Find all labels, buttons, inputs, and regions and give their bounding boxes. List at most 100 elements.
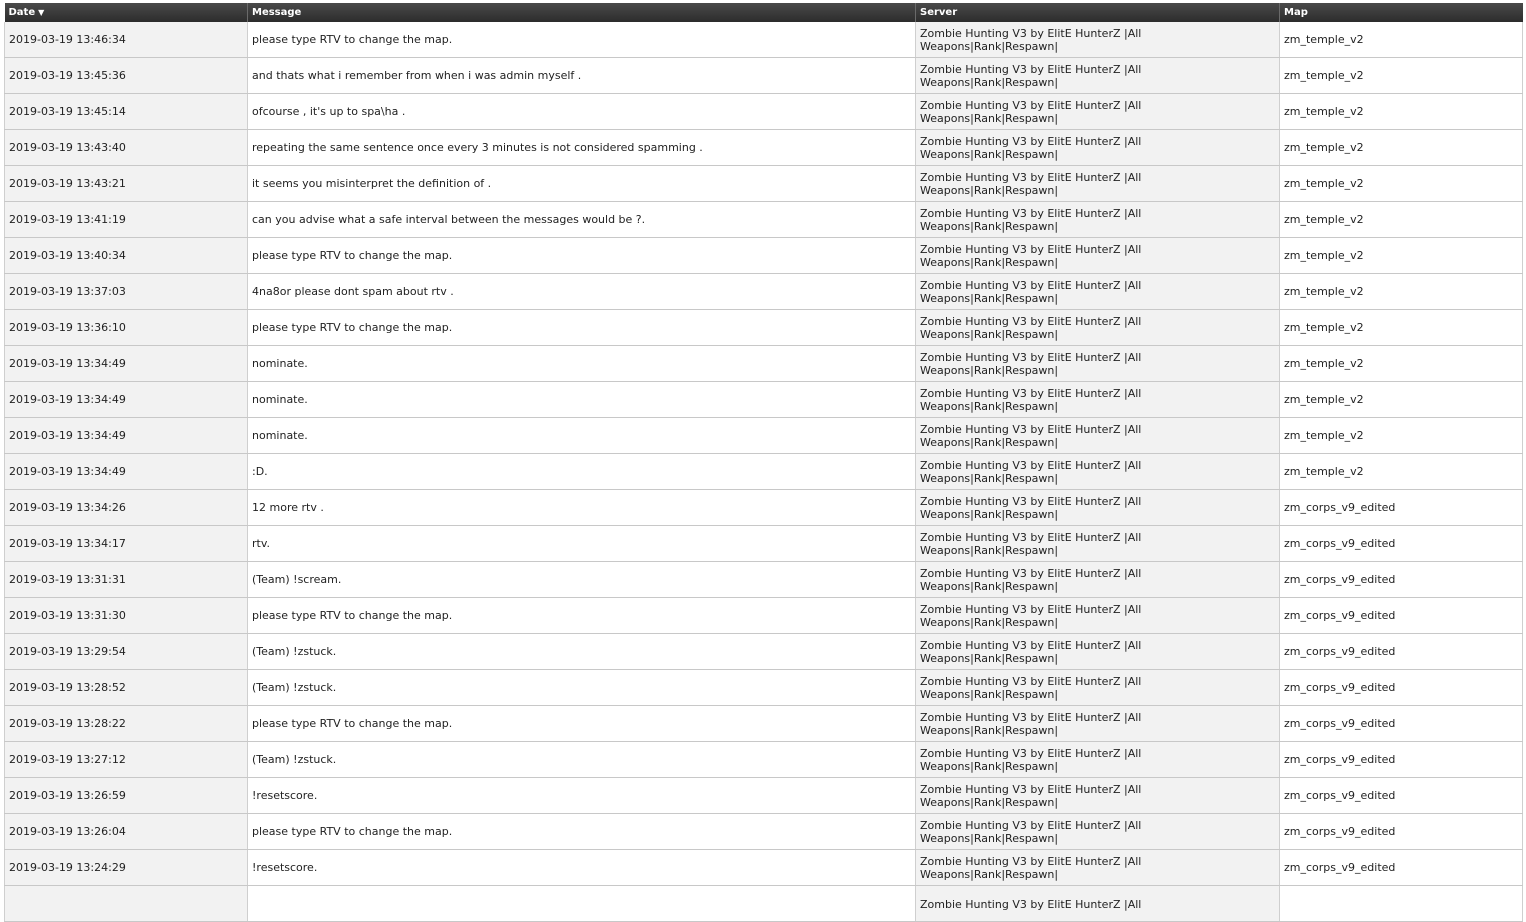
map-cell: zm_temple_v2	[1279, 273, 1523, 310]
map-cell: zm_corps_v9_edited	[1279, 741, 1523, 778]
map-cell: zm_temple_v2	[1279, 57, 1523, 94]
server-cell: Zombie Hunting V3 by ElitE HunterZ |All …	[915, 381, 1280, 418]
date-cell: 2019-03-19 13:34:49	[4, 417, 248, 454]
column-header-label: Server	[920, 7, 958, 18]
map-cell	[1279, 885, 1523, 922]
message-cell: can you advise what a safe interval betw…	[247, 201, 916, 238]
server-cell: Zombie Hunting V3 by ElitE HunterZ |All …	[915, 345, 1280, 382]
table-row: 2019-03-19 13:31:30 please type RTV to ch…	[4, 597, 1523, 634]
message-cell: please type RTV to change the map.	[247, 597, 916, 634]
table-body: 2019-03-19 13:46:34 please type RTV to ch…	[4, 22, 1523, 922]
date-cell: 2019-03-19 13:36:10	[4, 309, 248, 346]
message-cell: repeating the same sentence once every 3…	[247, 129, 916, 166]
message-cell	[247, 885, 916, 922]
message-cell: and thats what i remember from when i wa…	[247, 57, 916, 94]
table-row: 2019-03-19 13:34:49 nominate. Zombie Hunti…	[4, 417, 1523, 454]
column-header-message[interactable]: Message	[247, 3, 916, 22]
table-row: 2019-03-19 13:27:12 (Team) !zstuck. Zombie…	[4, 741, 1523, 778]
message-cell: (Team) !zstuck.	[247, 633, 916, 670]
message-cell: ofcourse , it's up to spa\ha .	[247, 93, 916, 130]
server-cell: Zombie Hunting V3 by ElitE HunterZ |All …	[915, 741, 1280, 778]
table-row: 2019-03-19 13:28:52 (Team) !zstuck. Zombie…	[4, 669, 1523, 706]
table-row: 2019-03-19 13:24:29 !resetscore. Zombie Hu…	[4, 849, 1523, 886]
column-header-server[interactable]: Server	[915, 3, 1280, 22]
table-row: 2019-03-19 13:34:49 nominate. Zombie Hunti…	[4, 345, 1523, 382]
table-row: 2019-03-19 13:43:21 it seems you misinter…	[4, 165, 1523, 202]
server-cell: Zombie Hunting V3 by ElitE HunterZ |All …	[915, 165, 1280, 202]
date-cell: 2019-03-19 13:46:34	[4, 22, 248, 58]
date-cell: 2019-03-19 13:43:21	[4, 165, 248, 202]
server-cell: Zombie Hunting V3 by ElitE HunterZ |All …	[915, 777, 1280, 814]
date-cell: 2019-03-19 13:28:52	[4, 669, 248, 706]
message-cell: nominate.	[247, 345, 916, 382]
date-cell: 2019-03-19 13:27:12	[4, 741, 248, 778]
column-header-label: Date	[8, 7, 36, 18]
map-cell: zm_temple_v2	[1279, 93, 1523, 130]
server-cell: Zombie Hunting V3 by ElitE HunterZ |All …	[915, 633, 1280, 670]
date-cell: 2019-03-19 13:41:19	[4, 201, 248, 238]
server-cell: Zombie Hunting V3 by ElitE HunterZ |All …	[915, 525, 1280, 562]
map-cell: zm_corps_v9_edited	[1279, 705, 1523, 742]
server-cell: Zombie Hunting V3 by ElitE HunterZ |All …	[915, 489, 1280, 526]
column-header-label: Map	[1284, 7, 1308, 18]
table-row: 2019-03-19 13:40:34 please type RTV to ch…	[4, 237, 1523, 274]
message-cell: it seems you misinterpret the definition…	[247, 165, 916, 202]
server-cell: Zombie Hunting V3 by ElitE HunterZ |All …	[915, 129, 1280, 166]
map-cell: zm_temple_v2	[1279, 237, 1523, 274]
message-cell: please type RTV to change the map.	[247, 237, 916, 274]
message-cell: please type RTV to change the map.	[247, 813, 916, 850]
server-cell: Zombie Hunting V3 by ElitE HunterZ |All …	[915, 201, 1280, 238]
table-row: 2019-03-19 13:29:54 (Team) !zstuck. Zombie…	[4, 633, 1523, 670]
table-header: Date ▼ Message Server Map	[4, 3, 1523, 22]
map-cell: zm_temple_v2	[1279, 417, 1523, 454]
date-cell: 2019-03-19 13:34:49	[4, 345, 248, 382]
map-cell: zm_temple_v2	[1279, 165, 1523, 202]
table-row: 2019-03-19 13:45:36 and thats what i reme…	[4, 57, 1523, 94]
message-cell: !resetscore.	[247, 849, 916, 886]
table-row: Zombie Hunting V3 by ElitE HunterZ |All	[4, 885, 1523, 922]
table-row: 2019-03-19 13:34:17 rtv. Zombie Hunting V3…	[4, 525, 1523, 562]
message-cell: please type RTV to change the map.	[247, 22, 916, 58]
date-cell: 2019-03-19 13:31:30	[4, 597, 248, 634]
map-cell: zm_corps_v9_edited	[1279, 813, 1523, 850]
map-cell: zm_corps_v9_edited	[1279, 489, 1523, 526]
server-cell: Zombie Hunting V3 by ElitE HunterZ |All …	[915, 237, 1280, 274]
date-cell: 2019-03-19 13:26:04	[4, 813, 248, 850]
map-cell: zm_corps_v9_edited	[1279, 525, 1523, 562]
message-cell: 12 more rtv .	[247, 489, 916, 526]
table-row: 2019-03-19 13:45:14 ofcourse , it's up to…	[4, 93, 1523, 130]
map-cell: zm_corps_v9_edited	[1279, 777, 1523, 814]
column-header-date[interactable]: Date ▼	[4, 3, 248, 22]
map-cell: zm_temple_v2	[1279, 201, 1523, 238]
table-row: 2019-03-19 13:28:22 please type RTV to ch…	[4, 705, 1523, 742]
date-cell: 2019-03-19 13:40:34	[4, 237, 248, 274]
message-cell: please type RTV to change the map.	[247, 705, 916, 742]
map-cell: zm_temple_v2	[1279, 345, 1523, 382]
column-header-map[interactable]: Map	[1279, 3, 1523, 22]
date-cell: 2019-03-19 13:29:54	[4, 633, 248, 670]
date-cell: 2019-03-19 13:43:40	[4, 129, 248, 166]
message-cell: (Team) !zstuck.	[247, 669, 916, 706]
date-cell: 2019-03-19 13:45:36	[4, 57, 248, 94]
message-cell: rtv.	[247, 525, 916, 562]
server-cell: Zombie Hunting V3 by ElitE HunterZ |All …	[915, 417, 1280, 454]
message-cell: (Team) !scream.	[247, 561, 916, 598]
message-cell: !resetscore.	[247, 777, 916, 814]
chat-log-table: Date ▼ Message Server Map 2019-03-19 13:4…	[4, 3, 1523, 922]
map-cell: zm_corps_v9_edited	[1279, 597, 1523, 634]
message-cell: :D.	[247, 453, 916, 490]
map-cell: zm_temple_v2	[1279, 22, 1523, 58]
server-cell: Zombie Hunting V3 by ElitE HunterZ |All …	[915, 273, 1280, 310]
date-cell: 2019-03-19 13:34:49	[4, 453, 248, 490]
table-row: 2019-03-19 13:41:19 can you advise what a…	[4, 201, 1523, 238]
date-cell: 2019-03-19 13:34:17	[4, 525, 248, 562]
table-row: 2019-03-19 13:31:31 (Team) !scream. Zombie…	[4, 561, 1523, 598]
server-cell: Zombie Hunting V3 by ElitE HunterZ |All …	[915, 22, 1280, 58]
message-cell: 4na8or please dont spam about rtv .	[247, 273, 916, 310]
server-cell: Zombie Hunting V3 by ElitE HunterZ |All …	[915, 309, 1280, 346]
date-cell: 2019-03-19 13:45:14	[4, 93, 248, 130]
map-cell: zm_corps_v9_edited	[1279, 633, 1523, 670]
sort-descending-icon: ▼	[38, 8, 45, 17]
map-cell: zm_corps_v9_edited	[1279, 669, 1523, 706]
date-cell: 2019-03-19 13:31:31	[4, 561, 248, 598]
